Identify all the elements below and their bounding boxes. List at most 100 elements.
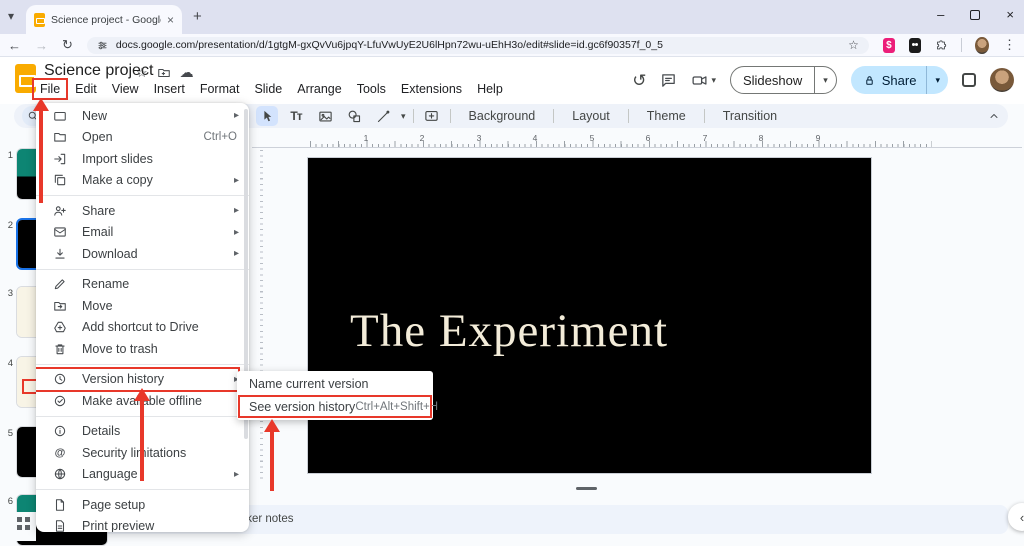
menu-item-label: Email [82, 225, 229, 239]
bookmark-star-icon[interactable]: ☆ [848, 38, 859, 52]
menu-item-details[interactable]: Details [36, 421, 249, 443]
menu-item-security-limitations[interactable]: @ Security limitations [36, 442, 249, 464]
menu-help[interactable]: Help [470, 80, 510, 98]
back-icon[interactable]: ← [8, 38, 21, 53]
divider [413, 109, 414, 123]
menu-item-shortcut: Ctrl+O [203, 131, 237, 143]
extensions-puzzle-icon[interactable] [935, 38, 947, 53]
browser-tab[interactable]: Science project - Google Slides × [26, 5, 182, 34]
extension-black-icon[interactable] [909, 38, 921, 53]
move-folder-icon[interactable] [157, 66, 171, 80]
slide-number: 2 [3, 220, 13, 231]
insert-line-tool[interactable] [372, 106, 394, 126]
url-bar[interactable]: docs.google.com/presentation/d/1gtgM-gxQ… [87, 37, 869, 54]
new-tab-button[interactable]: + [193, 8, 202, 25]
menu-item-page-setup[interactable]: Page setup [36, 494, 249, 516]
meet-camera-icon[interactable]: ▾ [691, 72, 716, 89]
menu-item-open[interactable]: Open Ctrl+O [36, 127, 249, 149]
menu-edit[interactable]: Edit [68, 80, 104, 98]
submenu-item-name-current-version[interactable]: Name current version [237, 372, 433, 395]
new-presentation-icon [52, 109, 68, 123]
cloud-status-icon[interactable]: ☁ [180, 64, 194, 81]
menu-slide[interactable]: Slide [247, 80, 289, 98]
menu-item-version-history[interactable]: Version history ▸ [36, 369, 249, 391]
menu-item-move-to-trash[interactable]: Move to trash [36, 338, 249, 360]
menu-item-label: Print preview [82, 519, 239, 532]
layout-button[interactable]: Layout [561, 109, 621, 123]
browser-menu-icon[interactable]: ⋮ [1003, 37, 1016, 53]
menu-file[interactable]: File [33, 80, 67, 98]
menu-item-label: Add shortcut to Drive [82, 320, 239, 334]
menu-item-move[interactable]: Move [36, 295, 249, 317]
submenu-item-see-version-history[interactable]: See version history Ctrl+Alt+Shift+H [237, 395, 433, 418]
comments-icon[interactable] [660, 72, 677, 89]
menu-item-language[interactable]: Language ▸ [36, 464, 249, 486]
insert-comment-tool[interactable] [421, 106, 443, 126]
browser-avatar[interactable] [975, 37, 989, 54]
menu-divider [36, 195, 249, 196]
vertical-ruler[interactable] [250, 150, 263, 500]
notes-resize-handle[interactable] [576, 487, 597, 490]
extension-pink-icon[interactable]: $ [883, 38, 895, 53]
tab-search-icon[interactable]: ▾ [8, 9, 14, 23]
forward-icon[interactable]: → [35, 38, 48, 53]
insert-image-tool[interactable] [314, 106, 336, 126]
ruler-number: 9 [816, 133, 821, 143]
window-close-button[interactable]: × [1006, 8, 1014, 22]
hide-menus-icon[interactable] [962, 73, 976, 87]
menu-item-email[interactable]: Email ▸ [36, 222, 249, 244]
reload-icon[interactable]: ↻ [62, 37, 73, 53]
submenu-arrow-icon: ▸ [229, 469, 239, 480]
horizontal-ruler[interactable]: 1 2 3 4 5 6 7 8 9 [252, 133, 1022, 148]
divider [450, 109, 451, 123]
slides-favicon-icon [34, 13, 45, 27]
menu-arrange[interactable]: Arrange [290, 80, 348, 98]
menu-item-share[interactable]: Share ▸ [36, 200, 249, 222]
menu-divider [36, 416, 249, 417]
menu-item-new[interactable]: New ▸ [36, 105, 249, 127]
window-minimize-button[interactable]: – [937, 8, 944, 22]
slideshow-button[interactable]: Slideshow ▾ [730, 66, 837, 94]
camera-dropdown-icon[interactable]: ▾ [711, 75, 716, 86]
star-document-icon[interactable]: ☆ [136, 65, 148, 81]
background-button[interactable]: Background [458, 109, 547, 123]
tab-close-icon[interactable]: × [167, 13, 174, 27]
menu-item-label: Move [82, 299, 239, 313]
collapse-toolbar-icon[interactable] [988, 110, 1000, 122]
menu-item-print-preview[interactable]: Print preview [36, 516, 249, 533]
account-avatar[interactable] [990, 68, 1014, 92]
slide-title-text[interactable]: The Experiment [350, 304, 668, 358]
menu-format[interactable]: Format [193, 80, 247, 98]
lock-icon [863, 74, 876, 87]
share-button[interactable]: Share ▾ [851, 66, 948, 94]
menu-item-download[interactable]: Download ▸ [36, 243, 249, 265]
share-dropdown-icon[interactable]: ▾ [926, 66, 948, 94]
menu-bar: File Edit View Insert Format Slide Arran… [33, 80, 510, 98]
menu-insert[interactable]: Insert [147, 80, 192, 98]
menu-item-import-slides[interactable]: Import slides [36, 148, 249, 170]
insert-shape-tool[interactable] [343, 106, 365, 126]
folder-move-icon [52, 299, 68, 313]
textbox-tool[interactable]: Tт [285, 106, 307, 126]
slide-canvas[interactable]: The Experiment [307, 157, 872, 474]
window-maximize-button[interactable] [970, 10, 980, 20]
grid-view-icon[interactable] [17, 517, 30, 530]
menu-extensions[interactable]: Extensions [394, 80, 469, 98]
theme-button[interactable]: Theme [636, 109, 697, 123]
person-add-icon [52, 204, 68, 218]
menu-tools[interactable]: Tools [350, 80, 393, 98]
menu-view[interactable]: View [105, 80, 146, 98]
submenu-item-shortcut: Ctrl+Alt+Shift+H [355, 401, 438, 413]
browser-toolbar: ← → ↻ docs.google.com/presentation/d/1gt… [0, 34, 1024, 57]
menu-item-add-shortcut-to-drive[interactable]: Add shortcut to Drive [36, 317, 249, 339]
transition-button[interactable]: Transition [712, 109, 788, 123]
trash-icon [52, 342, 68, 356]
menu-item-label: Make a copy [82, 173, 229, 187]
version-history-icon[interactable]: ↺ [632, 72, 646, 89]
select-tool[interactable] [256, 106, 278, 126]
slideshow-dropdown-icon[interactable]: ▾ [814, 67, 836, 93]
menu-item-rename[interactable]: Rename [36, 274, 249, 296]
menu-item-make-available-offline[interactable]: Make available offline [36, 390, 249, 412]
menu-item-make-a-copy[interactable]: Make a copy ▸ [36, 170, 249, 192]
line-dropdown-icon[interactable]: ▾ [401, 111, 406, 122]
